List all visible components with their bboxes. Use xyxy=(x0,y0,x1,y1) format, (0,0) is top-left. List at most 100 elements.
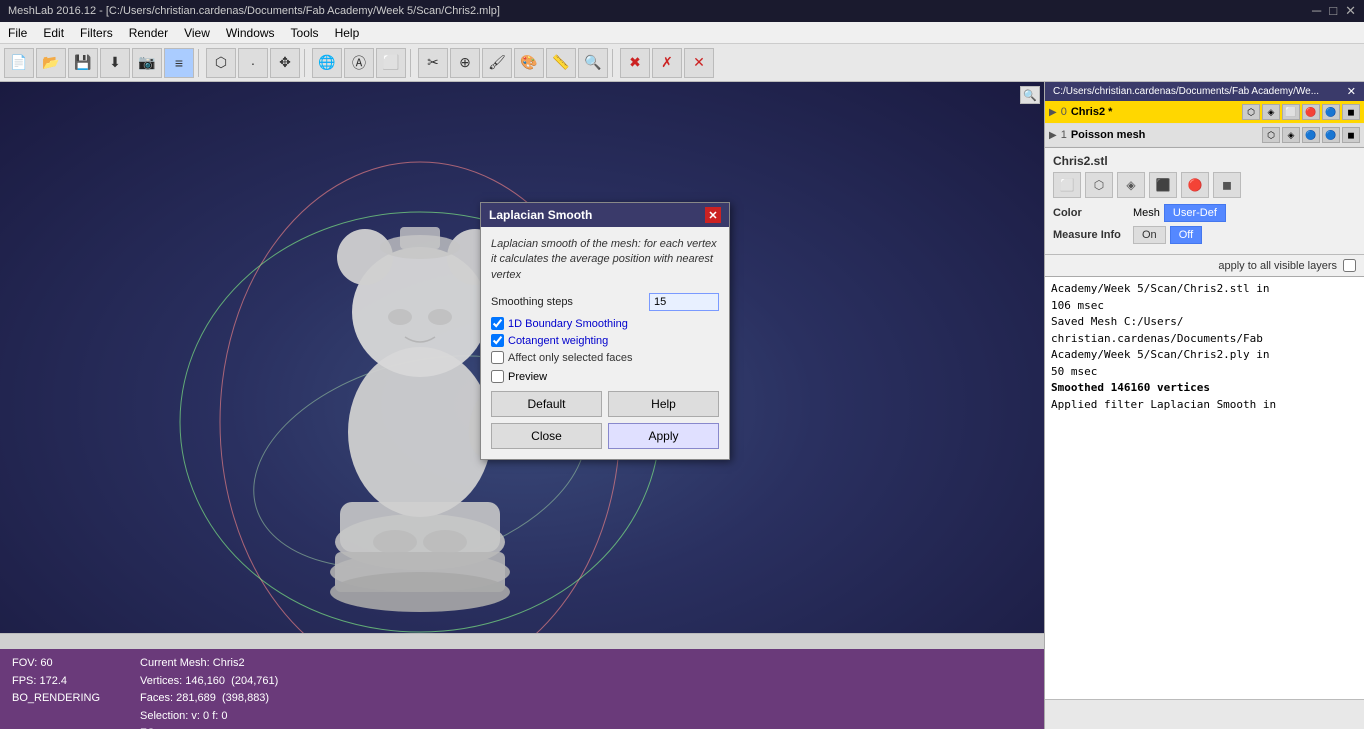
layer-tool-1[interactable]: ⬡ xyxy=(1242,104,1260,120)
tb-open[interactable]: 📂 xyxy=(36,48,66,78)
tb-layer[interactable]: ≡ xyxy=(164,48,194,78)
layer-tool-5[interactable]: 🔵 xyxy=(1322,104,1340,120)
cotangent-checkbox[interactable] xyxy=(491,334,504,347)
menu-help[interactable]: Help xyxy=(327,24,368,42)
current-mesh-display: Current Mesh: Chris2 xyxy=(140,655,278,673)
layer-row-1[interactable]: ▶ 1 Poisson mesh ⬡ ◈ 🔵 🔵 ◼ xyxy=(1045,124,1364,147)
tb-globe[interactable]: 🌐 xyxy=(312,48,342,78)
tb-mark1[interactable]: ✖ xyxy=(620,48,650,78)
viewport[interactable]: Laplacian Smooth ✕ Laplacian smooth of t… xyxy=(0,82,1044,729)
layer-row-0[interactable]: ▶ 0 Chris2 * ⬡ ◈ ⬜ 🔴 🔵 ◼ xyxy=(1045,101,1364,124)
cotangent-row: Cotangent weighting xyxy=(491,334,719,347)
affect-row: Affect only selected faces xyxy=(491,351,719,364)
tb-save[interactable]: 💾 xyxy=(68,48,98,78)
layer-name-1: Poisson mesh xyxy=(1071,129,1262,141)
maximize-button[interactable]: □ xyxy=(1329,3,1337,19)
layer-tool-3[interactable]: ⬜ xyxy=(1282,104,1300,120)
tb-mark3[interactable]: ✕ xyxy=(684,48,714,78)
menu-render[interactable]: Render xyxy=(121,24,176,42)
affect-checkbox[interactable] xyxy=(491,351,504,364)
smoothing-steps-label: Smoothing steps xyxy=(491,296,649,308)
menu-tools[interactable]: Tools xyxy=(283,24,327,42)
prop-icon-2[interactable]: ⬡ xyxy=(1085,172,1113,198)
color-prop-row: Color Mesh User-Def xyxy=(1053,204,1356,222)
cotangent-label: Cotangent weighting xyxy=(508,335,608,347)
layer1-tool-2[interactable]: ◈ xyxy=(1282,127,1300,143)
close-button[interactable]: Close xyxy=(491,423,602,449)
status-col-1: FOV: 60 FPS: 172.4 BO_RENDERING xyxy=(12,655,100,708)
help-button[interactable]: Help xyxy=(608,391,719,417)
user-def-tag[interactable]: User-Def xyxy=(1164,204,1226,222)
layers-close-button[interactable]: ✕ xyxy=(1347,85,1356,98)
menu-view[interactable]: View xyxy=(176,24,218,42)
tb-import[interactable]: ⬇ xyxy=(100,48,130,78)
dialog-close-button[interactable]: ✕ xyxy=(705,207,721,223)
log-line-5: Academy/Week 5/Scan/Chris2.ply in xyxy=(1051,347,1358,364)
layers-header: C:/Users/christian.cardenas/Documents/Fa… xyxy=(1045,82,1364,101)
tb-separator-2 xyxy=(304,49,308,77)
layer-num-0: 0 xyxy=(1061,106,1067,118)
minimize-button[interactable]: ─ xyxy=(1312,3,1321,19)
default-button[interactable]: Default xyxy=(491,391,602,417)
menu-file[interactable]: File xyxy=(0,24,35,42)
right-panel: C:/Users/christian.cardenas/Documents/Fa… xyxy=(1044,82,1364,729)
tb-screenshot[interactable]: 📷 xyxy=(132,48,162,78)
layer-tool-6[interactable]: ◼ xyxy=(1342,104,1360,120)
log-line-3: Saved Mesh C:/Users/ xyxy=(1051,314,1358,331)
preview-row: Preview xyxy=(491,370,719,383)
selection-display: Selection: v: 0 f: 0 xyxy=(140,708,278,726)
measure-on-button[interactable]: On xyxy=(1133,226,1166,244)
faces-display: Faces: 281,689 (398,883) xyxy=(140,690,278,708)
tb-annotate[interactable]: Ⓐ xyxy=(344,48,374,78)
dialog-body: Laplacian smooth of the mesh: for each v… xyxy=(481,227,729,459)
viewport-search-button[interactable]: 🔍 xyxy=(1020,86,1040,104)
dialog-buttons: Default Help xyxy=(491,391,719,417)
close-button[interactable]: ✕ xyxy=(1345,3,1356,19)
progress-bar xyxy=(0,633,1044,649)
measure-off-button[interactable]: Off xyxy=(1170,226,1202,244)
prop-icon-1[interactable]: ⬜ xyxy=(1053,172,1081,198)
layer-tool-4[interactable]: 🔴 xyxy=(1302,104,1320,120)
boundary-smoothing-checkbox[interactable] xyxy=(491,317,504,330)
apply-all-checkbox[interactable] xyxy=(1343,259,1356,272)
menu-edit[interactable]: Edit xyxy=(35,24,72,42)
tb-transform[interactable]: ✥ xyxy=(270,48,300,78)
apply-button[interactable]: Apply xyxy=(608,423,719,449)
tb-tool2[interactable]: ⊕ xyxy=(450,48,480,78)
layer1-tool-1[interactable]: ⬡ xyxy=(1262,127,1280,143)
tb-separator-1 xyxy=(198,49,202,77)
log-panel[interactable]: Academy/Week 5/Scan/Chris2.stl in 106 ms… xyxy=(1045,276,1364,699)
tb-tool1[interactable]: ✂ xyxy=(418,48,448,78)
preview-checkbox[interactable] xyxy=(491,370,504,383)
preview-label: Preview xyxy=(508,371,547,383)
tb-select[interactable]: ⬡ xyxy=(206,48,236,78)
tb-pick[interactable]: 🔍 xyxy=(578,48,608,78)
menu-filters[interactable]: Filters xyxy=(72,24,121,42)
measure-info-label: Measure Info xyxy=(1053,229,1133,241)
layer1-tool-3[interactable]: 🔵 xyxy=(1302,127,1320,143)
tb-new[interactable]: 📄 xyxy=(4,48,34,78)
log-line-7: Smoothed 146160 vertices xyxy=(1051,380,1358,397)
boundary-smoothing-label: 1D Boundary Smoothing xyxy=(508,318,628,330)
prop-icon-5[interactable]: 🔴 xyxy=(1181,172,1209,198)
tb-box[interactable]: ⬜ xyxy=(376,48,406,78)
tb-mark2[interactable]: ✗ xyxy=(652,48,682,78)
viewport-status: FOV: 60 FPS: 172.4 BO_RENDERING Current … xyxy=(0,649,1044,729)
tb-measure[interactable]: 📏 xyxy=(546,48,576,78)
layer1-tool-5[interactable]: ◼ xyxy=(1342,127,1360,143)
layer1-tool-4[interactable]: 🔵 xyxy=(1322,127,1340,143)
tb-color[interactable]: 🎨 xyxy=(514,48,544,78)
smoothing-steps-input[interactable] xyxy=(649,293,719,311)
prop-icon-3[interactable]: ◈ xyxy=(1117,172,1145,198)
prop-icon-4[interactable]: ⬛ xyxy=(1149,172,1177,198)
tb-vertex[interactable]: · xyxy=(238,48,268,78)
mesh-label: Mesh xyxy=(1133,207,1160,219)
layer-tool-2[interactable]: ◈ xyxy=(1262,104,1280,120)
prop-icon-6[interactable]: ◼ xyxy=(1213,172,1241,198)
dialog-description: Laplacian smooth of the mesh: for each v… xyxy=(491,237,719,283)
laplacian-smooth-dialog[interactable]: Laplacian Smooth ✕ Laplacian smooth of t… xyxy=(480,202,730,460)
menu-windows[interactable]: Windows xyxy=(218,24,283,42)
measure-info-row: Measure Info On Off xyxy=(1053,226,1356,244)
color-value: Mesh User-Def xyxy=(1133,204,1356,222)
tb-paint[interactable]: 🖌 xyxy=(482,48,512,78)
